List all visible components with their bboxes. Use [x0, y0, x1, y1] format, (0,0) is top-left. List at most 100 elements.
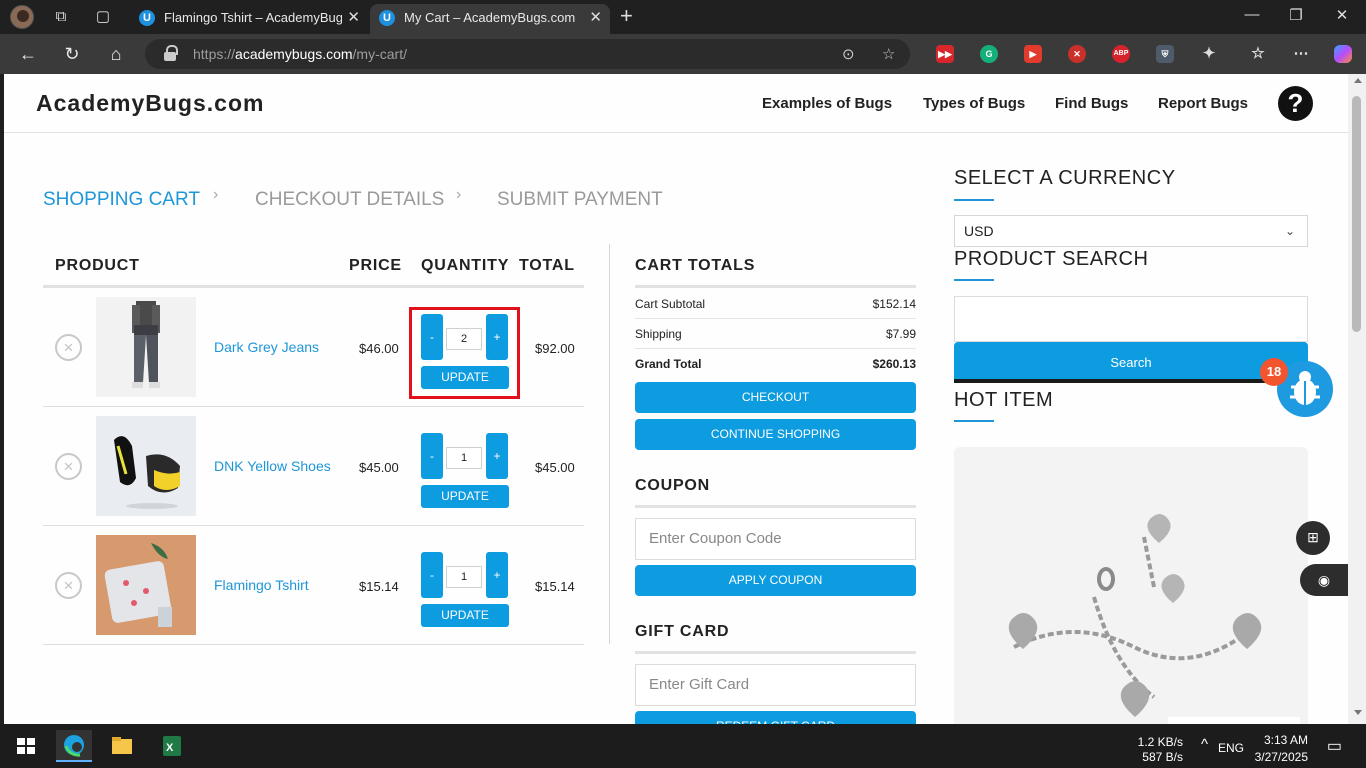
hot-item-title: HOT ITEM [954, 389, 1054, 411]
step-checkout-details[interactable]: CHECKOUT DETAILS [255, 189, 444, 211]
extension-icon[interactable]: ▶▶ [936, 45, 954, 63]
help-icon[interactable]: ? [1278, 86, 1313, 121]
product-link[interactable]: Dark Grey Jeans [214, 339, 319, 355]
search-button[interactable]: Search [954, 342, 1308, 383]
continue-shopping-button[interactable]: CONTINUE SHOPPING [635, 419, 916, 450]
extension-icon[interactable]: ▶ [1024, 45, 1042, 63]
scroll-down-icon[interactable] [1354, 710, 1362, 715]
column-divider [609, 244, 610, 644]
update-button[interactable]: UPDATE [421, 604, 509, 627]
step-shopping-cart[interactable]: SHOPPING CART [43, 189, 200, 211]
update-button[interactable]: UPDATE [421, 485, 509, 508]
qty-decrease-button[interactable]: - [421, 433, 443, 479]
nav-report-bugs[interactable]: Report Bugs [1158, 95, 1248, 112]
restore-icon[interactable]: ❐ [1286, 6, 1306, 24]
remove-item-icon[interactable]: × [55, 334, 82, 361]
product-link[interactable]: DNK Yellow Shoes [214, 458, 331, 474]
close-tab-icon[interactable]: ✕ [589, 4, 602, 32]
remove-item-icon[interactable]: × [55, 453, 82, 480]
totals-divider [635, 318, 916, 319]
refresh-icon[interactable]: ↻ [61, 43, 83, 65]
tab-title: My Cart – AcademyBugs.com [404, 10, 576, 25]
settings-more-icon[interactable]: ⋯ [1292, 45, 1310, 63]
product-search-input[interactable] [954, 296, 1308, 342]
apply-coupon-button[interactable]: APPLY COUPON [635, 565, 916, 596]
address-bar[interactable]: https://academybugs.com/my-cart/ ⊙ ☆ [145, 39, 910, 69]
adblock-icon[interactable]: ABP [1112, 45, 1130, 63]
title-underline [954, 279, 994, 281]
product-image-tshirt[interactable] [96, 535, 196, 635]
apps-grid-icon[interactable]: ⊞ [1296, 521, 1330, 555]
nav-examples-of-bugs[interactable]: Examples of Bugs [762, 95, 892, 112]
qty-increase-button[interactable]: + [486, 552, 508, 598]
lock-icon[interactable] [163, 45, 178, 61]
new-tab-icon[interactable]: + [620, 5, 633, 27]
minimize-icon[interactable]: — [1242, 6, 1262, 23]
window-close-icon[interactable]: ✕ [1332, 6, 1352, 24]
file-explorer-icon[interactable] [104, 730, 140, 762]
tray-chevron-up-icon[interactable]: ^ [1192, 736, 1208, 753]
qty-increase-button[interactable]: + [486, 433, 508, 479]
scroll-up-icon[interactable] [1354, 78, 1362, 83]
tab-my-cart[interactable]: U My Cart – AcademyBugs.com ✕ [370, 4, 610, 34]
product-link[interactable]: Flamingo Tshirt [214, 577, 309, 593]
qty-input[interactable]: 1 [446, 447, 482, 469]
clock-date[interactable]: 3/27/2025 [1240, 750, 1308, 764]
coupon-code-input[interactable]: Enter Coupon Code [635, 518, 916, 560]
product-image-jeans[interactable] [96, 297, 196, 397]
nav-find-bugs[interactable]: Find Bugs [1055, 95, 1128, 112]
extensions-puzzle-icon[interactable]: ✦ [1200, 45, 1218, 63]
home-icon[interactable]: ⌂ [105, 43, 127, 65]
shipping-value: $7.99 [885, 327, 916, 341]
url-text[interactable]: https://academybugs.com/my-cart/ [193, 46, 407, 62]
back-icon[interactable]: ← [17, 43, 39, 65]
browser-tab-bar: ⧉ ▢ U Flamingo Tshirt – AcademyBugs.com … [0, 0, 1366, 34]
redeem-gift-card-button[interactable]: REDEEM GIFT CARD [635, 711, 916, 724]
product-image-shoes[interactable] [96, 416, 196, 516]
gift-card-input[interactable]: Enter Gift Card [635, 664, 916, 706]
windows-start-icon[interactable] [8, 730, 44, 762]
site-logo[interactable]: AcademyBugs.com [36, 90, 264, 117]
svg-text:X: X [166, 742, 174, 754]
qty-decrease-button[interactable]: - [421, 552, 443, 598]
checkout-button[interactable]: CHECKOUT [635, 382, 916, 413]
currency-select[interactable]: USD ⌄ [954, 215, 1308, 247]
remove-item-icon[interactable]: × [55, 572, 82, 599]
qty-input[interactable]: 1 [446, 566, 482, 588]
cart-totals-title: CART TOTALS [635, 257, 756, 274]
row-divider [43, 644, 584, 645]
tab-actions-icon[interactable]: ▢ [94, 8, 112, 26]
item-total: $15.14 [535, 579, 575, 594]
chevron-right-icon: › [213, 186, 219, 203]
item-price: $15.14 [359, 579, 399, 594]
shield-icon[interactable]: ⛨ [1156, 45, 1174, 63]
extension-icon[interactable]: ✕ [1068, 45, 1086, 63]
page-viewport: AcademyBugs.com Examples of Bugs Types o… [4, 74, 1348, 724]
workspaces-icon[interactable]: ⧉ [52, 8, 70, 26]
close-tab-icon[interactable]: ✕ [347, 4, 360, 32]
currency-title: SELECT A CURRENCY [954, 167, 1176, 189]
favorite-star-icon[interactable]: ☆ [882, 45, 895, 63]
hot-item-image[interactable] [954, 447, 1308, 724]
item-price: $45.00 [359, 460, 399, 475]
step-submit-payment[interactable]: SUBMIT PAYMENT [497, 189, 663, 211]
shipping-label: Shipping [635, 327, 682, 341]
col-header-price: PRICE [349, 257, 402, 274]
tab-flamingo-tshirt[interactable]: U Flamingo Tshirt – AcademyBugs.com ✕ [130, 4, 368, 34]
nav-types-of-bugs[interactable]: Types of Bugs [923, 95, 1025, 112]
table-header-divider [43, 285, 584, 288]
item-price: $46.00 [359, 341, 399, 356]
copilot-icon[interactable] [1334, 45, 1352, 63]
edge-browser-icon[interactable] [56, 730, 92, 762]
page-scrollbar[interactable] [1348, 74, 1366, 724]
assistant-bot-icon[interactable]: ◉ [1300, 564, 1348, 596]
section-divider [635, 651, 916, 654]
profile-avatar[interactable] [10, 5, 34, 29]
favorites-icon[interactable]: ☆ [1249, 45, 1267, 63]
clock-time[interactable]: 3:13 AM [1250, 733, 1308, 747]
scroll-thumb[interactable] [1352, 96, 1361, 332]
excel-icon[interactable]: X [154, 730, 190, 762]
more-options-icon[interactable]: ⊙ [842, 45, 855, 63]
notifications-icon[interactable]: ▭ [1322, 736, 1342, 756]
grammarly-icon[interactable]: G [980, 45, 998, 63]
